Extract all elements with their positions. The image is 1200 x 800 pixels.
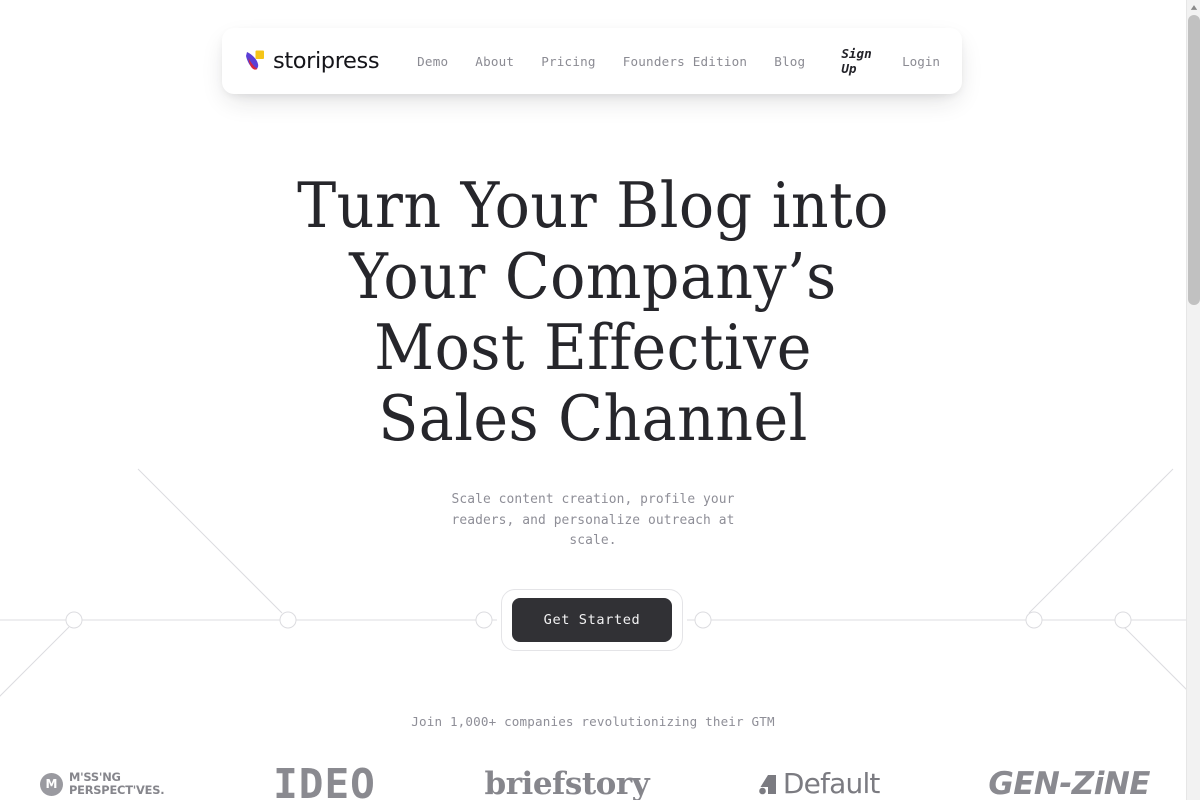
nav-link-founders-edition[interactable]: Founders Edition [623,54,748,69]
primary-navigation: Demo About Pricing Founders Edition Blog [417,54,805,69]
logo-default: Default [758,769,880,799]
mp-line-2: PERSPECT'VES. [69,783,165,797]
nav-link-blog[interactable]: Blog [774,54,805,69]
site-header: storipress Demo About Pricing Founders E… [222,28,962,94]
header-card: storipress Demo About Pricing Founders E… [222,28,962,94]
hero-section: Turn Your Blog into Your Company’s Most … [0,170,1186,552]
get-started-button[interactable]: Get Started [512,598,672,642]
logo-gen-zine: GEN-ZiNE [988,765,1150,800]
missing-perspectives-wordmark: M'SS'NG PERSPECT'VES. [69,771,165,797]
scrollbar-thumb[interactable] [1188,15,1200,305]
page-title: Turn Your Blog into Your Company’s Most … [297,169,889,455]
hero-subheadline: Scale content creation, profile your rea… [451,492,735,548]
customer-logo-strip: M M'SS'NG PERSPECT'VES. IDEO briefstory … [40,762,1150,800]
page-root: storipress Demo About Pricing Founders E… [0,0,1200,800]
nav-link-about[interactable]: About [475,54,514,69]
logo-briefstory: briefstory [485,767,650,800]
gen-zine-wordmark: GEN-ZiNE [988,765,1150,800]
nav-link-demo[interactable]: Demo [417,54,448,69]
logo-ideo: IDEO [273,764,376,800]
default-logo-icon [758,774,778,795]
default-wordmark: Default [782,767,881,800]
vertical-scrollbar[interactable] [1186,0,1200,800]
login-link[interactable]: Login [902,54,940,69]
brand-logo-link[interactable]: storipress [244,48,380,74]
logo-missing-perspectives: M M'SS'NG PERSPECT'VES. [40,771,165,797]
ideo-wordmark: IDEO [273,760,376,800]
missing-perspectives-badge-icon: M [40,772,63,796]
auth-navigation: Sign Up Login [841,46,940,76]
social-proof-text: Join 1,000+ companies revolutionizing th… [411,714,775,729]
cta-frame: Get Started [501,589,683,651]
nav-link-pricing[interactable]: Pricing [541,54,595,69]
scroll-up-arrow-icon[interactable] [1187,0,1200,14]
sign-up-link[interactable]: Sign Up [841,46,876,76]
briefstory-wordmark: briefstory [484,766,650,800]
brand-name-text: storipress [273,48,380,74]
storipress-logo-mark-icon [244,49,266,73]
